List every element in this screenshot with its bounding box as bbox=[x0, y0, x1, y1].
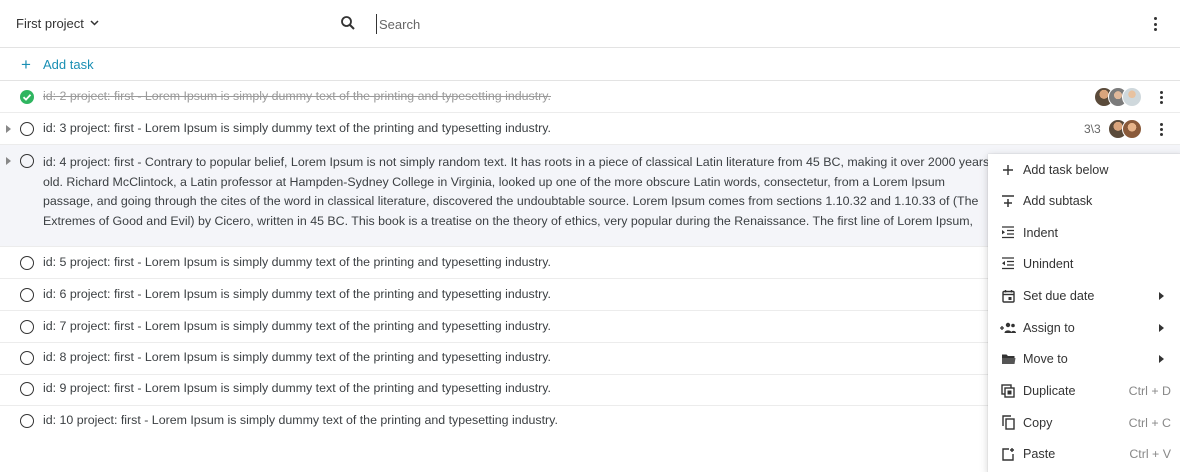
project-label: First project bbox=[16, 16, 84, 31]
menu-item-add-task-below[interactable]: Add task below bbox=[988, 154, 1180, 185]
menu-item-move-to[interactable]: Move to bbox=[988, 343, 1180, 374]
task-checkbox[interactable] bbox=[20, 414, 34, 428]
add-task-button[interactable]: + Add task bbox=[0, 49, 1180, 81]
task-context-menu: Add task below Add subtask Indent Uninde… bbox=[988, 154, 1180, 472]
menu-item-label: Set due date bbox=[1023, 288, 1095, 303]
task-text: id: 5 project: first - Lorem Ipsum is si… bbox=[43, 255, 551, 269]
paste-icon bbox=[999, 445, 1017, 463]
avatar bbox=[1122, 119, 1142, 139]
task-text: id: 4 project: first - Contrary to popul… bbox=[43, 155, 990, 228]
subtask-count: 3\3 bbox=[1084, 122, 1101, 136]
menu-item-label: Duplicate bbox=[1023, 383, 1076, 398]
search-input[interactable] bbox=[376, 14, 876, 34]
menu-item-label: Move to bbox=[1023, 351, 1068, 366]
task-text: id: 6 project: first - Lorem Ipsum is si… bbox=[43, 287, 551, 301]
avatar bbox=[1122, 87, 1142, 107]
task-checkbox[interactable] bbox=[20, 351, 34, 365]
unindent-icon bbox=[999, 255, 1017, 273]
submenu-arrow-icon bbox=[1159, 323, 1164, 332]
menu-item-label: Copy bbox=[1023, 415, 1053, 430]
plus-icon: + bbox=[21, 55, 31, 74]
menu-item-label: Add subtask bbox=[1023, 193, 1093, 208]
add-subtask-icon bbox=[999, 192, 1017, 210]
search-icon[interactable] bbox=[340, 15, 356, 31]
completed-check-icon[interactable] bbox=[20, 90, 34, 104]
menu-item-unindent[interactable]: Unindent bbox=[988, 248, 1180, 279]
menu-item-label: Unindent bbox=[1023, 256, 1074, 271]
menu-item-add-subtask[interactable]: Add subtask bbox=[988, 185, 1180, 216]
top-bar: First project bbox=[0, 0, 1180, 48]
task-checkbox[interactable] bbox=[20, 382, 34, 396]
task-more-icon[interactable] bbox=[1157, 90, 1165, 104]
menu-item-set-due-date[interactable]: Set due date bbox=[988, 280, 1180, 311]
indent-icon bbox=[999, 224, 1017, 242]
task-row[interactable]: id: 2 project: first - Lorem Ipsum is si… bbox=[0, 81, 1180, 113]
task-text: id: 9 project: first - Lorem Ipsum is si… bbox=[43, 381, 551, 395]
menu-item-copy[interactable]: Copy Ctrl + C bbox=[988, 407, 1180, 438]
menu-item-duplicate[interactable]: Duplicate Ctrl + D bbox=[988, 375, 1180, 406]
menu-item-label: Add task below bbox=[1023, 162, 1109, 177]
menu-item-label: Indent bbox=[1023, 225, 1059, 240]
submenu-arrow-icon bbox=[1159, 291, 1164, 300]
assignee-avatars[interactable] bbox=[1108, 119, 1142, 139]
calendar-icon bbox=[999, 287, 1017, 305]
task-text: id: 7 project: first - Lorem Ipsum is si… bbox=[43, 319, 551, 333]
expand-arrow-icon[interactable] bbox=[6, 157, 11, 165]
task-text: id: 10 project: first - Lorem Ipsum is s… bbox=[43, 413, 558, 427]
task-row[interactable]: id: 3 project: first - Lorem Ipsum is si… bbox=[0, 113, 1180, 145]
task-text: id: 2 project: first - Lorem Ipsum is si… bbox=[43, 89, 551, 103]
task-checkbox[interactable] bbox=[20, 122, 34, 136]
task-checkbox[interactable] bbox=[20, 320, 34, 334]
add-task-label: Add task bbox=[43, 57, 94, 72]
chevron-down-icon bbox=[90, 18, 99, 29]
menu-item-label: Assign to bbox=[1023, 320, 1075, 335]
folder-icon bbox=[999, 350, 1017, 368]
more-options-icon[interactable] bbox=[1148, 14, 1162, 34]
copy-icon bbox=[999, 414, 1017, 432]
menu-item-indent[interactable]: Indent bbox=[988, 217, 1180, 248]
task-checkbox[interactable] bbox=[20, 256, 34, 270]
menu-shortcut: Ctrl + D bbox=[1128, 383, 1171, 398]
submenu-arrow-icon bbox=[1159, 354, 1164, 363]
expand-arrow-icon[interactable] bbox=[6, 125, 11, 133]
task-more-icon[interactable] bbox=[1157, 122, 1165, 136]
task-text: id: 8 project: first - Lorem Ipsum is si… bbox=[43, 350, 551, 364]
duplicate-icon bbox=[999, 382, 1017, 400]
menu-item-assign-to[interactable]: Assign to bbox=[988, 312, 1180, 343]
task-checkbox[interactable] bbox=[20, 154, 34, 168]
assignee-avatars[interactable] bbox=[1094, 87, 1142, 107]
assign-user-icon bbox=[999, 319, 1017, 337]
project-selector[interactable]: First project bbox=[16, 16, 99, 31]
task-text: id: 3 project: first - Lorem Ipsum is si… bbox=[43, 121, 551, 135]
menu-item-label: Paste bbox=[1023, 446, 1056, 461]
task-checkbox[interactable] bbox=[20, 288, 34, 302]
plus-icon bbox=[999, 161, 1017, 179]
menu-item-paste[interactable]: Paste Ctrl + V bbox=[988, 438, 1180, 469]
menu-shortcut: Ctrl + C bbox=[1128, 415, 1171, 430]
menu-shortcut: Ctrl + V bbox=[1129, 446, 1171, 461]
